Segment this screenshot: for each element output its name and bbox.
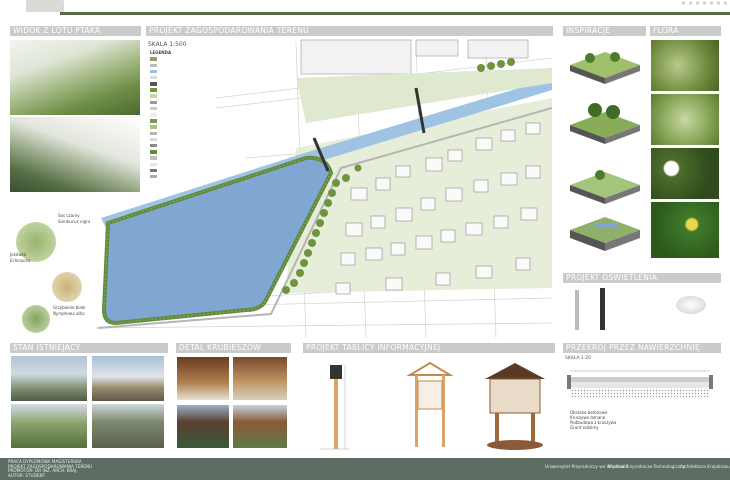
- top-strip: [0, 0, 730, 12]
- existing-photo-1: [11, 356, 87, 401]
- lighting-header: PROJEKT OŚWIETLENIA: [563, 273, 721, 283]
- flora-photo-3: [651, 148, 719, 199]
- footer-logo-2: Wydział Przyrodniczo-Technologiczny: [608, 464, 686, 469]
- board-header: PROJEKT TABLICY INFORMACYJNEJ: [303, 343, 555, 353]
- plant-circle-2: [52, 272, 82, 302]
- lamp-post-front: [575, 290, 579, 330]
- plant-1-latin: Sambucus nigra: [58, 219, 91, 224]
- plant-2-latin: Echinacea: [10, 258, 31, 263]
- plan-header: PROJEKT ZAGOSPODAROWANIA TERENU: [146, 26, 553, 36]
- plant-3-name: Grzybienie białe: [53, 305, 86, 310]
- plant-1-name: Sas czarny: [58, 213, 80, 218]
- lamp-post-side: [600, 288, 605, 330]
- birdseye-header: WIDOK Z LOTU PTAKA: [10, 26, 141, 36]
- inspiration-blocks: [570, 52, 640, 251]
- detail-photo-1: [177, 357, 229, 400]
- detail-photo-2: [233, 357, 287, 400]
- footer-logo-3: Architektura Krajobrazu: [680, 464, 730, 469]
- flora-header: FLORA: [650, 26, 721, 36]
- site-plan: [96, 39, 552, 338]
- flora-photo-1: [651, 40, 719, 91]
- existing-photo-4: [92, 404, 164, 448]
- pavement-section: [567, 370, 713, 398]
- ground-lamp: [676, 296, 706, 314]
- existing-photo-3: [11, 404, 87, 448]
- flora-photo-4: [651, 202, 719, 258]
- section-notes: Obrzeże betonowe Kruszywo łamane Podbudo…: [570, 410, 617, 430]
- flora-photo-2: [651, 94, 719, 145]
- section-scale: SKALA 1:20: [565, 356, 592, 361]
- info-board-drawings: [320, 361, 545, 450]
- top-dots: [680, 0, 730, 6]
- plant-circle-3: [22, 305, 50, 333]
- footer: PRACA DYPLOMOWA MAGISTERSKA PROJEKT ZAGO…: [0, 458, 730, 480]
- plant-2-name: Jeżówka: [10, 252, 27, 257]
- logo: [26, 0, 64, 12]
- inspiration-header: INSPIRACJE: [563, 26, 646, 36]
- detail-photo-3: [177, 405, 229, 448]
- detail-photo-4: [233, 405, 287, 448]
- section-header: PRZEKRÓJ PRZEZ NAWIERZCHNIĘ: [563, 343, 721, 353]
- existing-header: STAN ISTNIEJĄCY: [10, 343, 168, 353]
- plant-3-latin: Nymphaea alba: [53, 311, 85, 316]
- detail-header: DETAL KRUBIESZÓW: [176, 343, 291, 353]
- top-rule: [60, 12, 730, 15]
- existing-photo-2: [92, 356, 164, 401]
